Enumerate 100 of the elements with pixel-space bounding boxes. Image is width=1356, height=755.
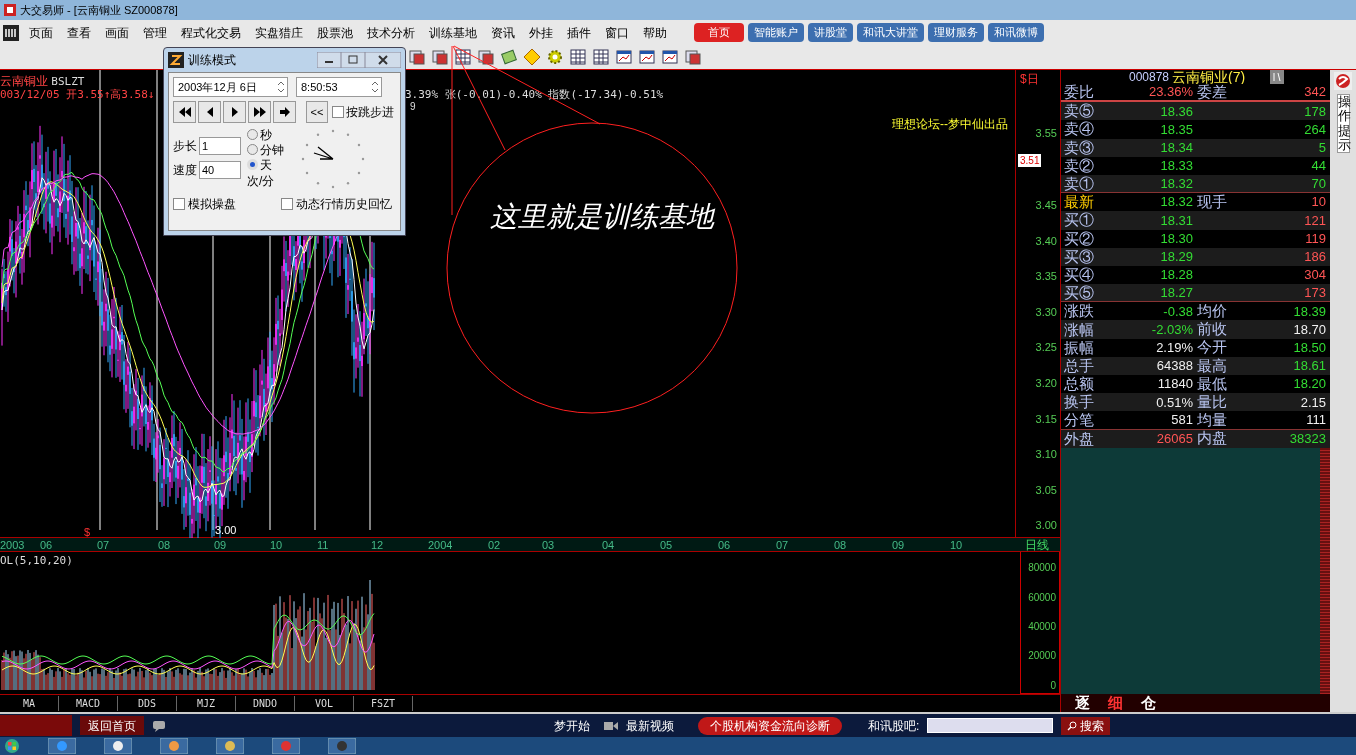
taskbar-app-icon[interactable] [328, 738, 356, 754]
quote-value: 18.34 [1159, 138, 1193, 157]
indicator-tab[interactable]: MJZ [177, 696, 236, 711]
quote-value: 18.29 [1159, 248, 1193, 267]
volume-tick: 20000 [1028, 649, 1056, 663]
indicator-tab[interactable]: MACD [59, 696, 118, 711]
video-link[interactable]: 最新视频 [626, 716, 674, 735]
chart-window-icon[interactable] [638, 48, 656, 66]
volume-title: OL(5,10,20) [0, 553, 73, 569]
menu-item[interactable]: 管理 [136, 23, 174, 42]
window-icon[interactable] [431, 48, 449, 66]
detail-tab[interactable]: 仓 [1135, 691, 1162, 715]
checkbox[interactable] [173, 198, 185, 210]
forward-button[interactable] [273, 101, 296, 123]
menu-item[interactable]: 程式化交易 [174, 23, 248, 42]
quote-value: 38323 [1288, 429, 1326, 448]
window-icon[interactable] [408, 48, 426, 66]
checkbox[interactable] [281, 198, 293, 210]
camera-icon[interactable] [604, 720, 618, 731]
promo-button[interactable]: 个股机构资金流向诊断 [698, 716, 842, 735]
menu-item[interactable]: 帮助 [636, 23, 674, 42]
menu-item[interactable]: 画面 [98, 23, 136, 42]
top-link-button[interactable]: 和讯大讲堂 [857, 23, 924, 42]
close-icon[interactable] [365, 52, 401, 68]
date-tick: 11 [317, 538, 329, 553]
radio-button[interactable] [247, 129, 258, 140]
dialog-title: 训练模式 [188, 52, 236, 69]
menu-item[interactable]: 查看 [60, 23, 98, 42]
menu-item[interactable]: 股票池 [310, 23, 360, 42]
top-link-button[interactable]: 和讯微博 [988, 23, 1044, 42]
scroll-bar[interactable] [1320, 447, 1330, 694]
search-field[interactable] [927, 718, 1054, 733]
quote-value: 121 [1303, 211, 1326, 230]
menu-item[interactable]: 插件 [560, 23, 598, 42]
menu-item[interactable]: 资讯 [484, 23, 522, 42]
menu-item[interactable]: 外挂 [522, 23, 560, 42]
period-label: 日线 [1025, 537, 1049, 554]
side-panel-tab[interactable]: 操作提示 [1336, 94, 1350, 154]
app-logo-icon[interactable] [3, 24, 19, 41]
radio-button[interactable] [247, 144, 258, 155]
search-button[interactable]: 搜索 [1061, 716, 1111, 735]
info-icon[interactable] [1270, 70, 1285, 84]
chart-window-icon[interactable] [661, 48, 679, 66]
fast-forward-button[interactable] [248, 101, 271, 123]
date-tick: 05 [660, 538, 673, 553]
dream-link[interactable]: 梦开始 [554, 716, 590, 735]
grid-icon[interactable] [592, 48, 610, 66]
quote-label: 量比 [1197, 393, 1227, 411]
menu-item[interactable]: 技术分析 [360, 23, 422, 42]
spinner-icon[interactable] [369, 79, 381, 95]
chart-window-icon[interactable] [615, 48, 633, 66]
step-back-button[interactable] [198, 101, 221, 123]
menu-item[interactable]: 训练基地 [422, 23, 484, 42]
top-link-button[interactable]: 理财服务 [928, 23, 984, 42]
menu-item[interactable]: 窗口 [598, 23, 636, 42]
fast-forward-icon [253, 107, 266, 117]
step-field[interactable]: 1 [199, 137, 241, 155]
rewind-button[interactable] [173, 101, 196, 123]
indicator-tab[interactable]: VOL [295, 696, 354, 711]
warning-icon[interactable] [523, 48, 541, 66]
window-title: 大交易师 - [云南铜业 SZ000878] [20, 2, 178, 18]
menu-item[interactable]: 页面 [22, 23, 60, 42]
window-icon[interactable] [477, 48, 495, 66]
taskbar-app-icon[interactable] [104, 738, 132, 754]
signal-mark: $ [84, 525, 91, 540]
quote-value: 18.28 [1159, 266, 1193, 285]
search-icon [1067, 720, 1078, 731]
indicator-tab[interactable]: FSZT [354, 696, 413, 711]
tag-icon[interactable] [500, 48, 518, 66]
detail-tab[interactable]: 逐 [1069, 691, 1096, 715]
quote-label: 今开 [1197, 338, 1227, 356]
date-tick: 03 [542, 538, 555, 553]
home-button[interactable]: 返回首页 [80, 716, 144, 735]
quote-label: 最高 [1197, 356, 1227, 374]
minimize-icon[interactable] [317, 52, 341, 68]
dialog-logo-icon [168, 52, 184, 68]
grid-icon[interactable] [569, 48, 587, 66]
top-link-button[interactable]: 首页 [694, 23, 744, 42]
play-button[interactable] [223, 101, 246, 123]
indicator-tab[interactable]: DDS [118, 696, 177, 711]
date-field[interactable]: 2003年12月 6日 [173, 77, 288, 97]
time-field[interactable]: 8:50:53 [296, 77, 382, 97]
date-tick: 02 [488, 538, 501, 553]
indicator-tab[interactable]: DNDO [236, 696, 295, 711]
window-icon[interactable] [684, 48, 702, 66]
gear-icon[interactable] [546, 48, 564, 66]
chat-icon[interactable] [152, 719, 166, 732]
menu-item[interactable]: 实盘猎庄 [248, 23, 310, 42]
detail-tab[interactable]: 细 [1102, 691, 1129, 715]
taskbar-app-icon[interactable] [216, 738, 244, 754]
top-link-button[interactable]: 智能账户 [748, 23, 804, 42]
date-tick: 04 [602, 538, 615, 553]
checkbox[interactable] [332, 106, 344, 118]
top-link-button[interactable]: 讲股堂 [808, 23, 853, 42]
collapse-button[interactable]: << [306, 101, 328, 123]
speed-field[interactable]: 40 [199, 161, 241, 179]
indicator-tab[interactable]: MA [0, 696, 59, 711]
price-tick: 3.55 [1035, 126, 1057, 141]
start-icon[interactable] [4, 738, 20, 754]
spinner-icon[interactable] [275, 79, 287, 95]
